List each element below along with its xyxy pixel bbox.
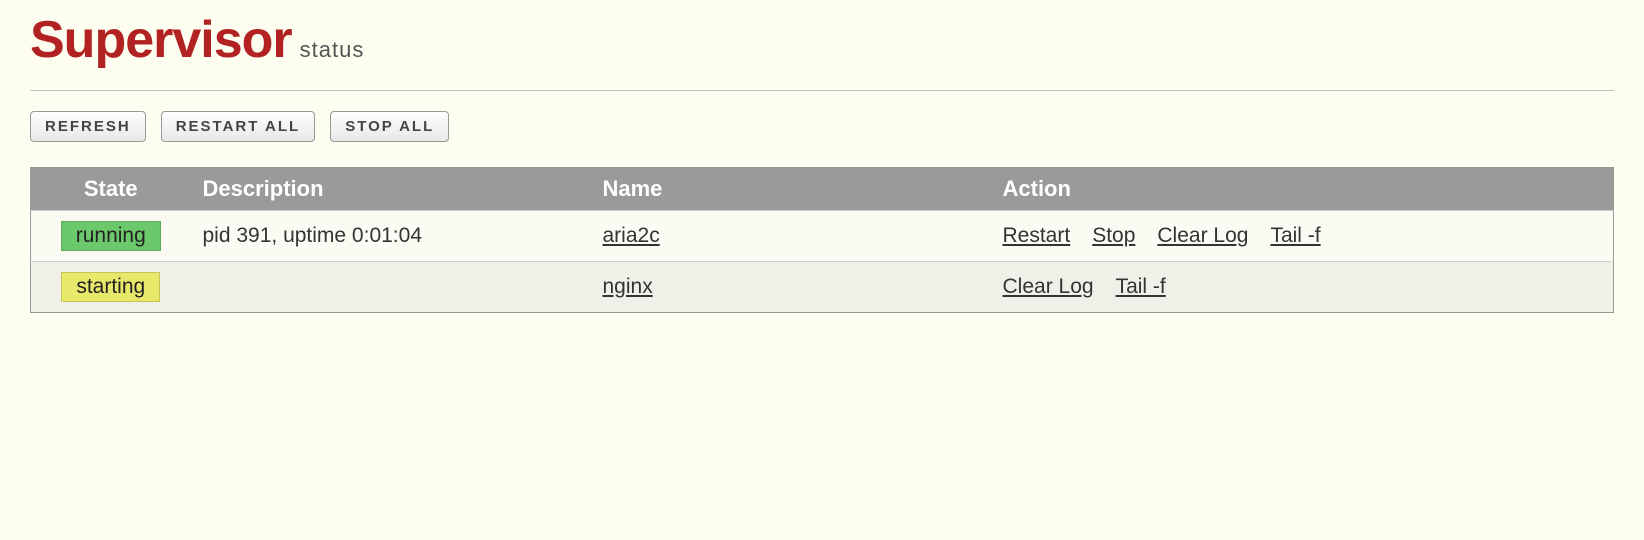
col-header-description: Description <box>191 168 591 211</box>
action-clearlog-link[interactable]: Clear Log <box>1157 224 1248 248</box>
action-restart-link[interactable]: Restart <box>1003 224 1071 248</box>
page-header: Supervisor status <box>30 10 1614 70</box>
state-cell: running <box>31 211 191 262</box>
action-clearlog-link[interactable]: Clear Log <box>1003 275 1094 299</box>
process-name-link[interactable]: nginx <box>603 275 653 298</box>
action-cell: Restart Stop Clear Log Tail -f <box>991 211 1614 262</box>
action-tailf-link[interactable]: Tail -f <box>1270 224 1320 248</box>
page-subtitle: status <box>300 37 365 63</box>
restart-all-button[interactable]: RESTART ALL <box>161 111 316 142</box>
state-badge: running <box>61 221 161 251</box>
name-cell: nginx <box>591 262 991 313</box>
action-group: Clear Log Tail -f <box>1003 275 1602 299</box>
action-tailf-link[interactable]: Tail -f <box>1116 275 1166 299</box>
toolbar: REFRESH RESTART ALL STOP ALL <box>30 111 1614 142</box>
table-row: running pid 391, uptime 0:01:04 aria2c Rest… <box>31 211 1614 262</box>
process-table: State Description Name Action running pid… <box>30 167 1614 313</box>
action-cell: Clear Log Tail -f <box>991 262 1614 313</box>
refresh-button[interactable]: REFRESH <box>30 111 146 142</box>
col-header-state: State <box>31 168 191 211</box>
stop-all-button[interactable]: STOP ALL <box>330 111 449 142</box>
process-name-link[interactable]: aria2c <box>603 224 660 247</box>
action-stop-link[interactable]: Stop <box>1092 224 1135 248</box>
table-row: starting nginx Clear Log Tail -f <box>31 262 1614 313</box>
description-cell: pid 391, uptime 0:01:04 <box>191 211 591 262</box>
col-header-name: Name <box>591 168 991 211</box>
state-badge: starting <box>61 272 160 302</box>
name-cell: aria2c <box>591 211 991 262</box>
action-group: Restart Stop Clear Log Tail -f <box>1003 224 1602 248</box>
state-cell: starting <box>31 262 191 313</box>
header-divider <box>30 90 1614 91</box>
col-header-action: Action <box>991 168 1614 211</box>
logo: Supervisor <box>30 10 292 70</box>
description-cell <box>191 262 591 313</box>
table-header-row: State Description Name Action <box>31 168 1614 211</box>
